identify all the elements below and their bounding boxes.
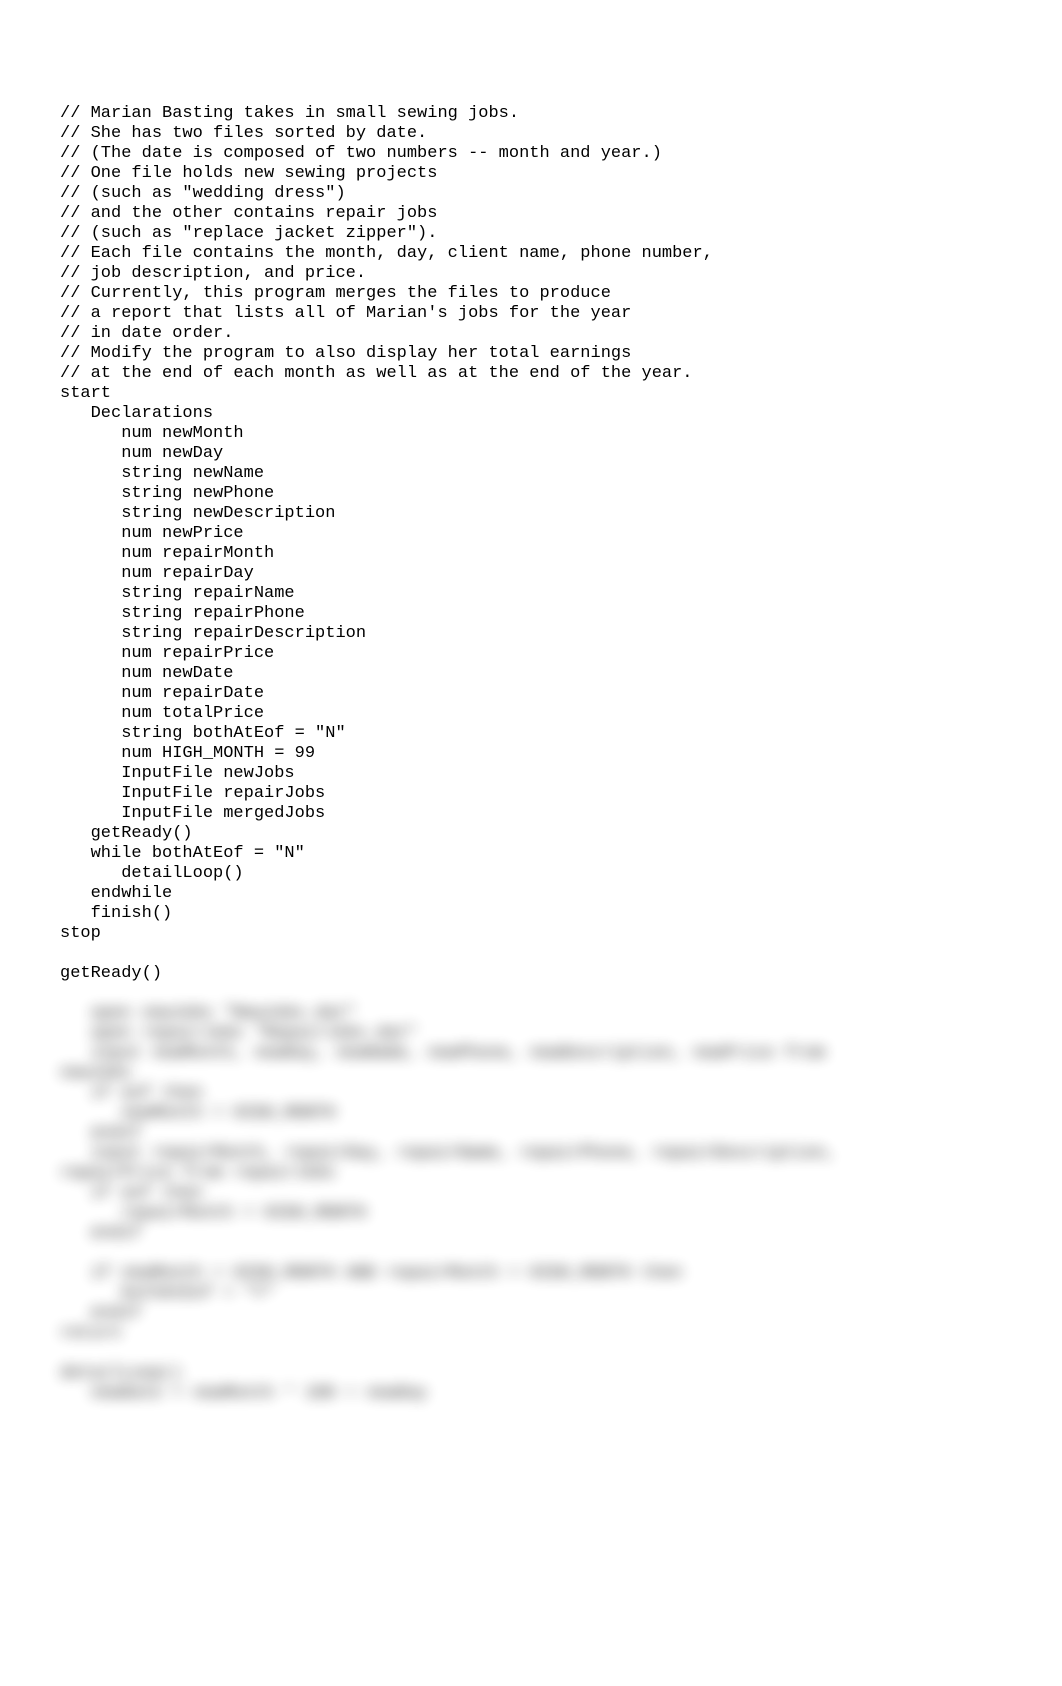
document-page: // Marian Basting takes in small sewing … [0, 0, 1062, 1484]
pseudocode-blurred: open newJobs "NewJobs.dat" open repairJo… [60, 1004, 1002, 1404]
pseudocode-clear: // Marian Basting takes in small sewing … [60, 104, 1002, 984]
